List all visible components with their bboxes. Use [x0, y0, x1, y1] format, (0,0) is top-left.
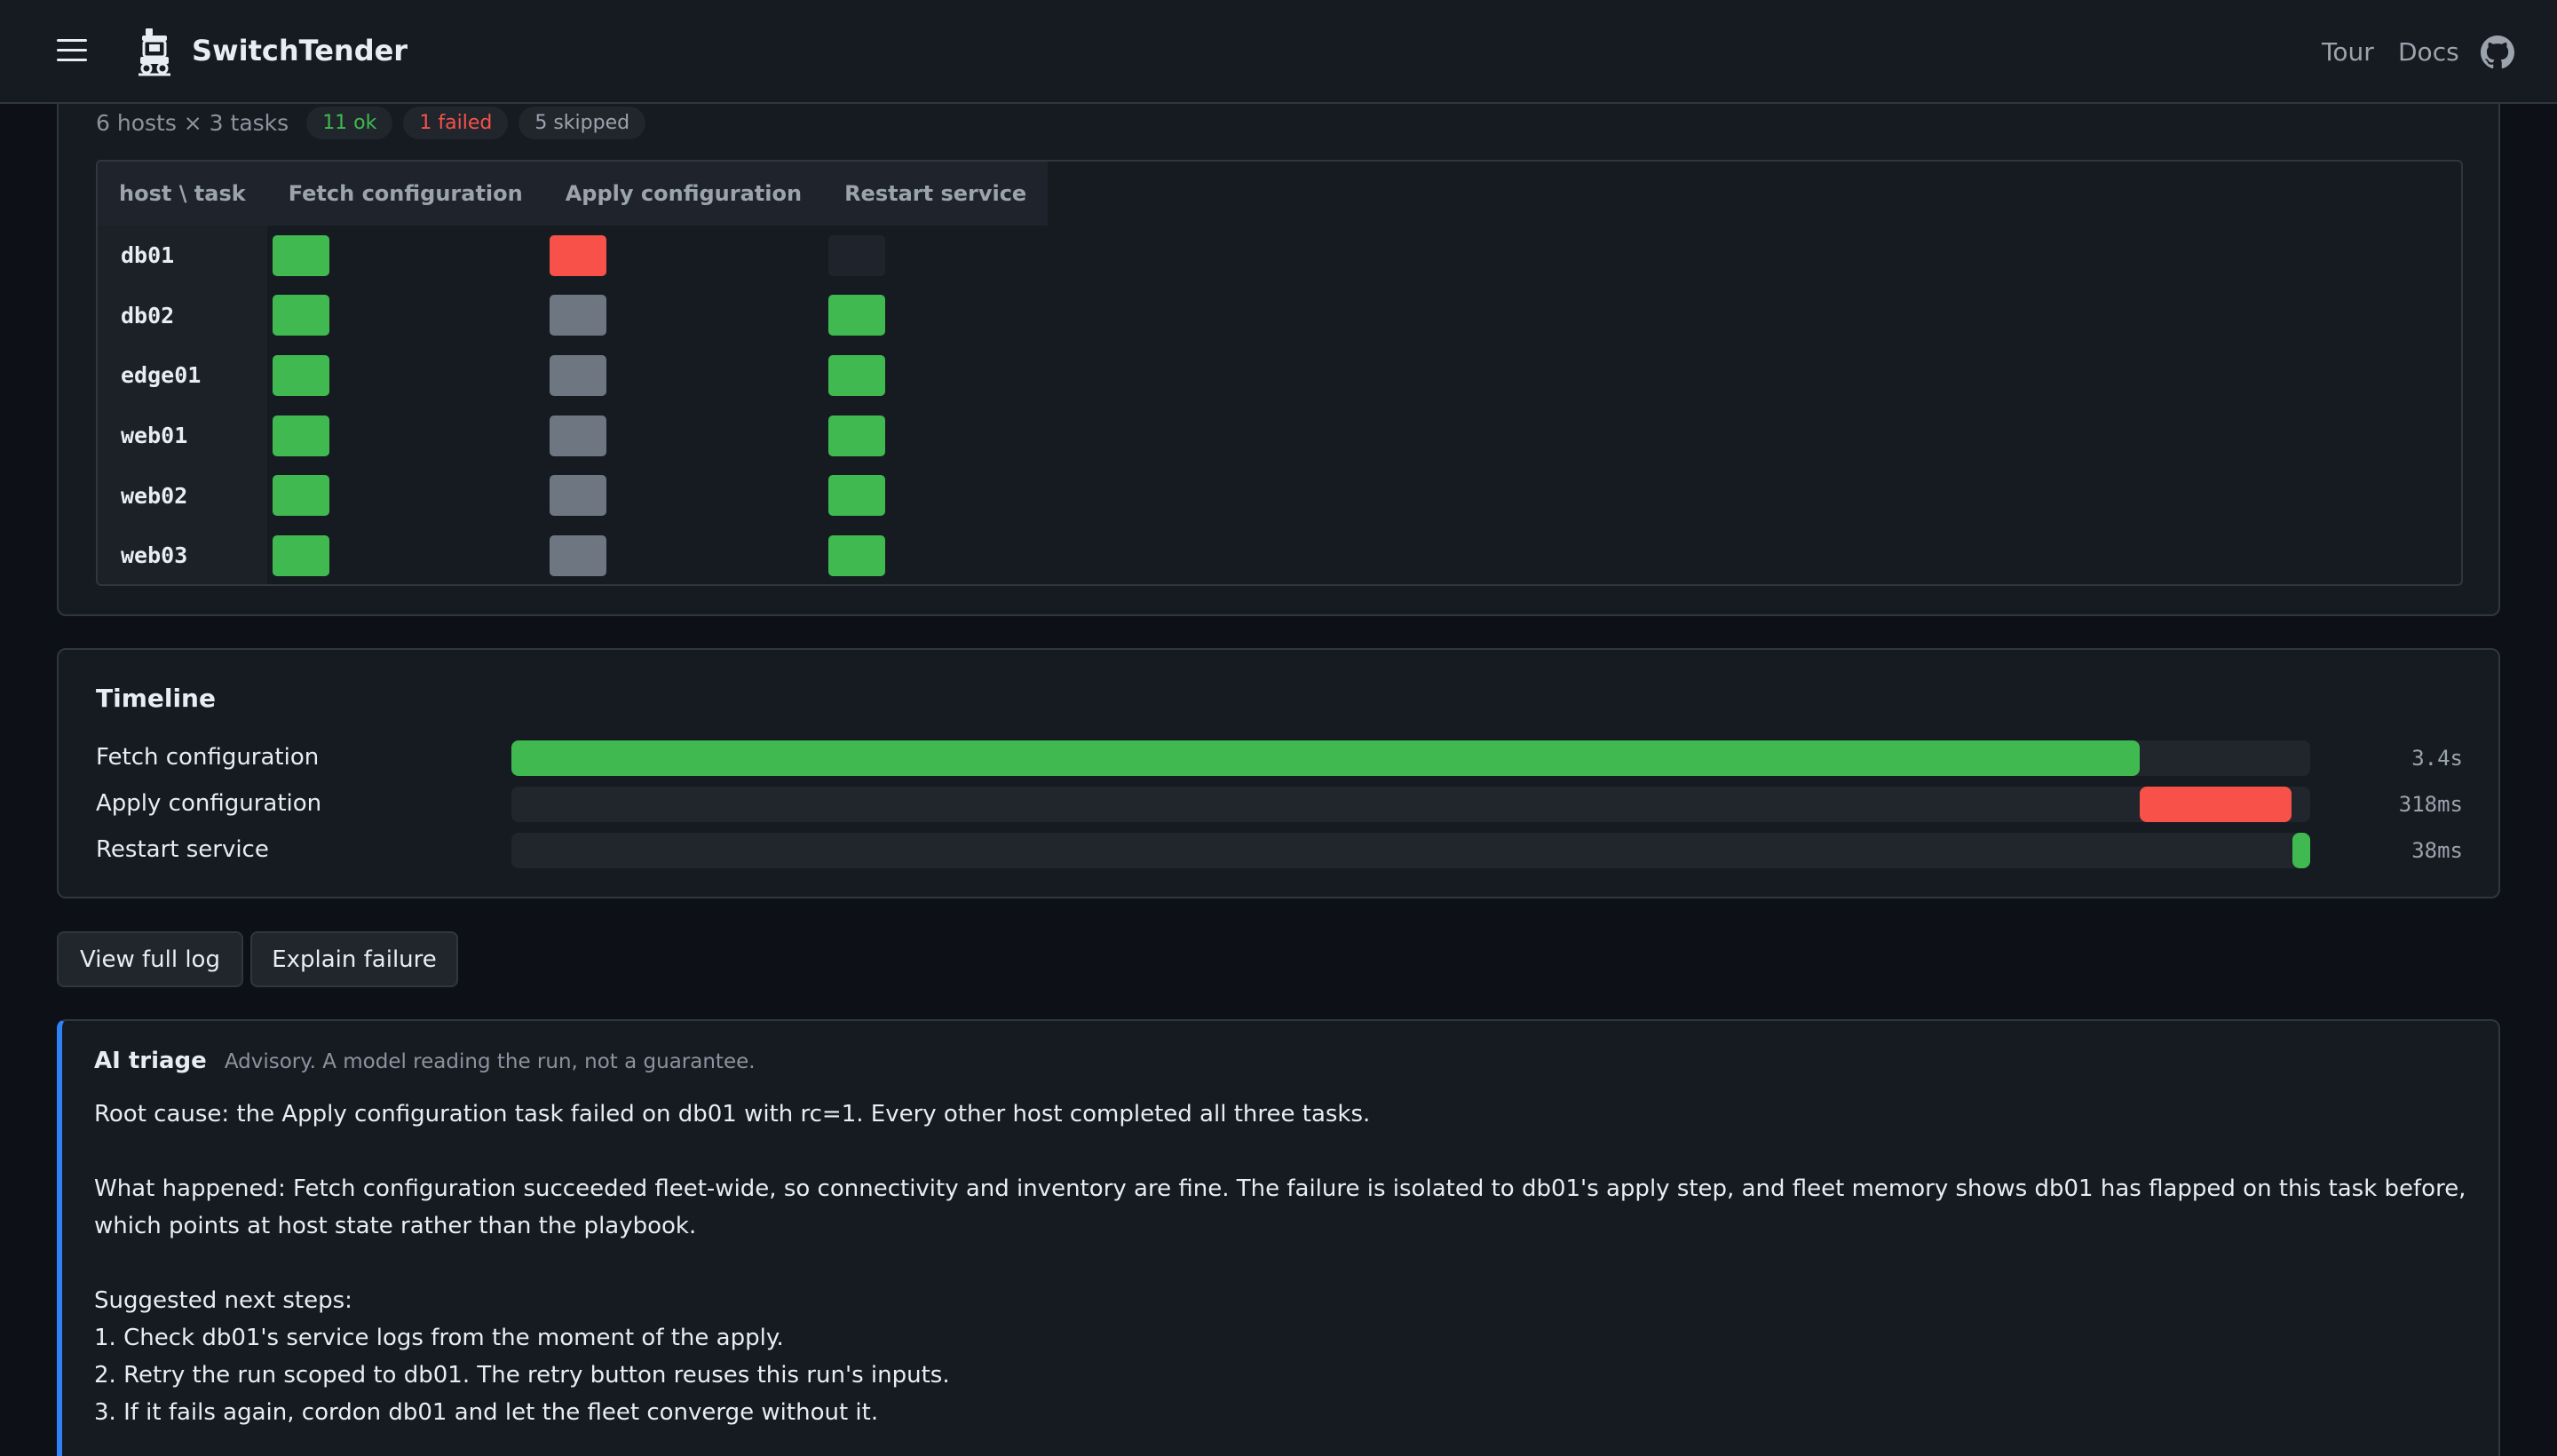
status-cell-ok[interactable]	[828, 475, 886, 517]
matrix-cell	[823, 345, 1048, 406]
matrix-corner-header: host \ task	[98, 162, 267, 226]
task-header: Apply configuration	[543, 162, 824, 226]
host-name: edge01	[98, 345, 267, 406]
status-cell-ok[interactable]	[828, 415, 886, 456]
timeline-track	[511, 787, 2310, 822]
status-cell-ok[interactable]	[272, 534, 329, 576]
host-name: db02	[98, 285, 267, 346]
run-matrix-card: 6 hosts × 3 tasks 11 ok 1 failed 5 skipp…	[57, 36, 2500, 616]
host-name: db01	[98, 226, 267, 286]
status-cell-skipped[interactable]	[549, 415, 606, 456]
skipped-count-badge: 5 skipped	[519, 107, 646, 139]
triage-body: Root cause: the Apply configuration task…	[94, 1096, 2474, 1431]
matrix-row: web03	[98, 525, 1048, 584]
hamburger-menu-icon[interactable]	[57, 39, 87, 64]
matrix-cell	[544, 286, 823, 346]
triage-step: 2. Retry the run scoped to db01. The ret…	[94, 1362, 950, 1389]
status-cell-ok[interactable]	[272, 415, 329, 456]
triage-step: 1. Check db01's service logs from the mo…	[94, 1325, 784, 1351]
matrix-cell	[823, 465, 1048, 526]
timeline-duration: 3.4s	[2411, 746, 2463, 771]
host-task-matrix: host \ task Fetch configuration Apply co…	[96, 160, 2463, 586]
matrix-cell	[267, 526, 544, 584]
timeline-card: Timeline Fetch configuration 3.4s Apply co…	[57, 648, 2500, 898]
ai-triage-panel: AI triage Advisory. A model reading the …	[57, 1019, 2500, 1456]
host-name: web01	[98, 405, 267, 466]
task-header: Fetch configuration	[266, 162, 544, 226]
host-name: web03	[98, 525, 267, 584]
github-icon[interactable]	[2481, 36, 2514, 69]
timeline-row: Fetch configuration 3.4s	[96, 740, 2463, 776]
timeline-bar[interactable]	[2139, 787, 2292, 822]
status-cell-skipped[interactable]	[549, 354, 606, 396]
matrix-cell	[823, 286, 1048, 346]
status-cell-failed[interactable]	[549, 234, 606, 276]
matrix-cell	[823, 526, 1048, 584]
matrix-row: web01	[98, 405, 1048, 466]
timeline-row: Apply configuration 318ms	[96, 787, 2463, 822]
run-summary: 6 hosts × 3 tasks 11 ok 1 failed 5 skipp…	[96, 107, 646, 139]
timeline-track	[511, 740, 2310, 776]
status-cell-skipped[interactable]	[549, 295, 606, 336]
matrix-cell	[267, 465, 544, 526]
triage-what-happened: What happened: Fetch configuration succe…	[94, 1175, 2466, 1239]
status-cell-ok[interactable]	[828, 295, 886, 336]
matrix-cell	[544, 345, 823, 406]
timeline-duration: 38ms	[2411, 838, 2463, 863]
matrix-cell	[544, 526, 823, 584]
triage-step: 3. If it fails again, cordon db01 and le…	[94, 1399, 879, 1426]
timeline-track	[511, 833, 2310, 868]
matrix-row: db01	[98, 226, 1048, 286]
top-bar: SwitchTender Tour Docs	[0, 0, 2557, 104]
timeline-title: Timeline	[96, 684, 216, 713]
brand-name[interactable]: SwitchTender	[192, 34, 408, 67]
status-cell-ok[interactable]	[272, 354, 329, 396]
nav-tour-link[interactable]: Tour	[2322, 37, 2374, 67]
task-header: Restart service	[823, 162, 1049, 226]
matrix-cell	[267, 226, 544, 286]
matrix-cell	[267, 406, 544, 466]
matrix-cell	[544, 226, 823, 286]
triage-disclaimer: Advisory. A model reading the run, not a…	[224, 1050, 756, 1073]
timeline-bar[interactable]	[2292, 833, 2310, 868]
ok-count-badge: 11 ok	[306, 107, 393, 139]
status-cell-empty	[828, 234, 886, 276]
timeline-row: Restart service 38ms	[96, 833, 2463, 868]
timeline-duration: 318ms	[2398, 792, 2463, 817]
timeline-task-label: Restart service	[96, 836, 269, 863]
triage-title: AI triage	[94, 1048, 207, 1074]
explain-failure-button[interactable]: Explain failure	[250, 931, 458, 987]
status-cell-ok[interactable]	[828, 534, 886, 576]
nav-docs-link[interactable]: Docs	[2398, 37, 2459, 67]
matrix-cell	[267, 345, 544, 406]
host-name: web02	[98, 465, 267, 526]
matrix-cell	[544, 465, 823, 526]
triage-header: AI triage Advisory. A model reading the …	[94, 1048, 756, 1074]
matrix-cell	[544, 406, 823, 466]
hosts-tasks-count: 6 hosts × 3 tasks	[96, 110, 289, 136]
failed-count-badge: 1 failed	[403, 107, 509, 139]
matrix-row: web02	[98, 465, 1048, 526]
status-cell-ok[interactable]	[828, 354, 886, 396]
triage-root-cause: Root cause: the Apply configuration task…	[94, 1101, 1371, 1128]
matrix-cell	[267, 286, 544, 346]
status-cell-ok[interactable]	[272, 475, 329, 517]
status-cell-skipped[interactable]	[549, 534, 606, 576]
matrix-row: db02	[98, 285, 1048, 346]
status-cell-ok[interactable]	[272, 234, 329, 276]
timeline-task-label: Apply configuration	[96, 790, 322, 817]
matrix-row: edge01	[98, 345, 1048, 406]
triage-steps-heading: Suggested next steps:	[94, 1287, 352, 1314]
matrix-cell	[823, 406, 1048, 466]
matrix-cell	[823, 226, 1048, 286]
matrix-table: host \ task Fetch configuration Apply co…	[98, 162, 1049, 584]
timeline-task-label: Fetch configuration	[96, 744, 320, 771]
locomotive-logo-icon	[139, 28, 170, 76]
status-cell-ok[interactable]	[272, 295, 329, 336]
view-full-log-button[interactable]: View full log	[57, 931, 243, 987]
timeline-bar[interactable]	[511, 740, 2140, 776]
status-cell-skipped[interactable]	[549, 475, 606, 517]
